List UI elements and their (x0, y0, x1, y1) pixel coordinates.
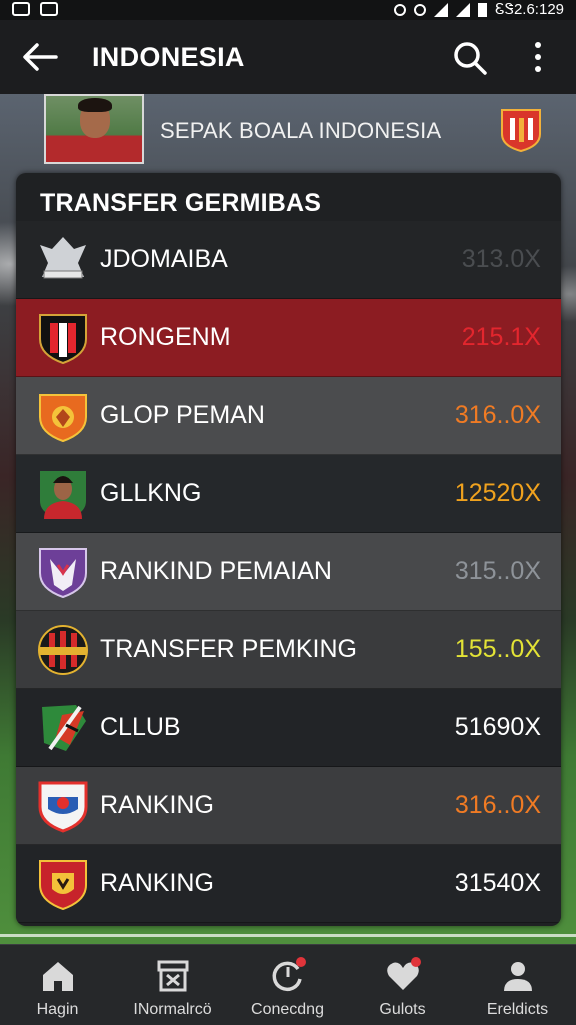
red-tiger-crest-icon (39, 860, 87, 911)
nav-item-profile[interactable]: Ereldicts (460, 945, 575, 1025)
archive-icon (157, 960, 189, 992)
striped-crest-icon (38, 625, 88, 675)
list-item[interactable]: GLLKNG 12520X (16, 455, 561, 533)
page-title: INDONESIA (92, 42, 245, 72)
club-name: RONGENM (100, 323, 231, 351)
club-name: RANKING (100, 791, 214, 819)
bottom-nav: Hagin INormalrcö Conecdng Gulots Ereldic… (0, 944, 576, 1025)
app-bar: INDONESIA (0, 20, 576, 94)
club-name: JDOMAIBA (100, 245, 228, 273)
list-item[interactable]: RANKING 316..0X (16, 767, 561, 845)
signal-icon (456, 2, 471, 17)
list-item[interactable]: CLLUB 51690X (16, 689, 561, 767)
notification-badge (411, 957, 421, 967)
transfer-value: 315..0X (454, 557, 541, 585)
more-vertical-icon[interactable] (528, 42, 548, 76)
nav-item-archive[interactable]: INormalrcö (115, 945, 230, 1025)
search-icon[interactable] (452, 40, 488, 76)
home-icon (43, 962, 73, 991)
league-banner: SEPAK BOALA INDONESIA (0, 94, 576, 166)
notification-icon (12, 2, 30, 16)
player-avatar-icon (40, 471, 86, 519)
club-name: GLOP PEMAN (100, 401, 265, 429)
player-photo (44, 94, 144, 164)
club-name: RANKING (100, 869, 214, 897)
transfer-value: 12520X (454, 479, 541, 507)
list-item[interactable]: TRANSFER PEMKING 155..0X (16, 611, 561, 689)
eagle-crest-icon (40, 237, 86, 279)
league-crest-icon (501, 109, 541, 152)
orange-lion-crest-icon (39, 394, 87, 443)
blue-red-crest-icon (38, 781, 88, 833)
pitch-line (0, 934, 576, 937)
status-bar: ᏋᏕ2.6:129 (0, 0, 576, 20)
list-item[interactable]: GLOP PEMAN 316..0X (16, 377, 561, 455)
list-item[interactable]: RANKING 31540X (16, 845, 561, 923)
club-name: RANKIND PEMAIAN (100, 557, 332, 585)
red-black-shield-icon (39, 314, 87, 365)
sync-status-icon (414, 3, 427, 16)
nav-item-refresh[interactable]: Conecdng (230, 945, 345, 1025)
list-item[interactable]: JDOMAIBA 313.0X (16, 221, 561, 299)
club-name: CLLUB (100, 713, 181, 741)
transfer-list: JDOMAIBA 313.0X RONGENM 215.1X GLOP PEMA… (16, 221, 561, 923)
nav-label: Conecdng (251, 1001, 324, 1018)
transfer-value: 51690X (454, 713, 541, 741)
notification-badge (296, 957, 306, 967)
transfer-value: 31540X (454, 869, 541, 897)
transfer-value: 316..0X (454, 791, 541, 819)
transfer-value: 313.0X (461, 245, 541, 273)
shield-notification-icon (40, 2, 58, 16)
arrow-left-icon[interactable] (22, 42, 58, 72)
transfer-value: 215.1X (461, 323, 541, 351)
profile-icon (504, 962, 532, 991)
list-item[interactable]: RONGENM 215.1X (16, 299, 561, 377)
battery-icon (478, 2, 488, 17)
green-red-crest-icon (42, 705, 86, 751)
purple-crest-icon (39, 548, 87, 599)
nav-label: Ereldicts (486, 1001, 549, 1018)
nav-label: Gulots (379, 1001, 426, 1018)
settings-status-icon (394, 3, 407, 16)
banner-title: SEPAK BOALA INDONESIA (160, 118, 442, 143)
nav-label: Hagin (36, 1001, 79, 1018)
panel-title: TRANSFER GERMIBAS (40, 189, 322, 217)
club-name: GLLKNG (100, 479, 202, 507)
nav-item-favorites[interactable]: Gulots (345, 945, 460, 1025)
list-item[interactable]: RANKIND PEMAIAN 315..0X (16, 533, 561, 611)
nav-item-home[interactable]: Hagin (0, 945, 115, 1025)
transfer-value: 316..0X (454, 401, 541, 429)
nav-label: INormalrcö (133, 1001, 212, 1018)
transfer-value: 155..0X (454, 635, 541, 663)
club-name: TRANSFER PEMKING (100, 635, 357, 663)
status-time: ᏋᏕ2.6:129 (495, 1, 564, 18)
transfer-panel: TRANSFER GERMIBAS JDOMAIBA 313.0X RONGEN… (16, 173, 561, 926)
wifi-icon (434, 2, 449, 17)
